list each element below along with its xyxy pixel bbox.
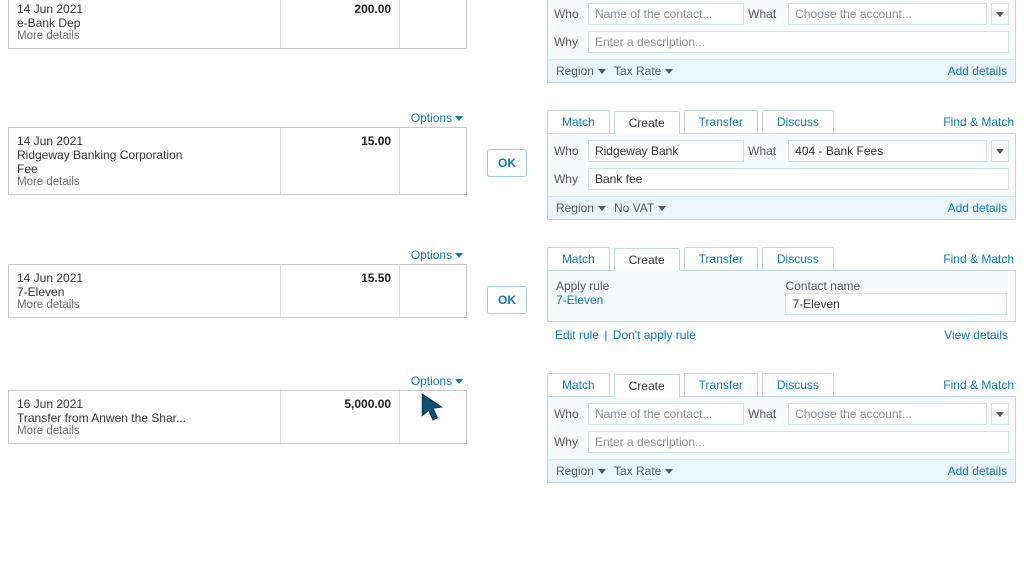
what-label: What [748, 7, 784, 21]
who-field[interactable]: Name of the contact... [588, 403, 744, 425]
chevron-down-icon [665, 469, 673, 474]
chevron-down-icon [996, 412, 1004, 417]
transaction-desc: Ridgeway Banking Corporation [17, 148, 272, 162]
tax-dropdown[interactable]: Tax Rate [614, 464, 673, 478]
who-label: Who [554, 7, 584, 21]
transaction-card: 14 Jun 2021 7-Eleven More details 15.50 [8, 264, 467, 318]
tab-match[interactable]: Match [547, 373, 610, 396]
apply-rule-label: Apply rule [556, 279, 778, 293]
transaction-card: 14 Jun 2021 e-Bank Dep More details 200.… [8, 0, 467, 49]
tab-transfer[interactable]: Transfer [684, 110, 758, 133]
who-label: Who [554, 407, 584, 421]
view-details-link[interactable]: View details [944, 328, 1008, 342]
what-dropdown-btn[interactable] [991, 3, 1009, 25]
options-link[interactable]: Options [411, 374, 463, 388]
transaction-date: 14 Jun 2021 [17, 271, 272, 285]
tab-discuss[interactable]: Discuss [762, 247, 834, 270]
add-details-link[interactable]: Add details [948, 464, 1007, 478]
why-label: Why [554, 35, 584, 49]
more-details-link[interactable]: More details [17, 30, 272, 42]
transaction-amount: 15.50 [280, 265, 400, 317]
add-details-link[interactable]: Add details [948, 64, 1007, 78]
find-match-link[interactable]: Find & Match [941, 248, 1016, 270]
tab-create[interactable]: Create [614, 374, 680, 397]
chevron-down-icon [665, 69, 673, 74]
create-panel: Who Ridgeway Bank What 404 - Bank Fees W… [547, 133, 1016, 220]
what-dropdown-btn[interactable] [991, 403, 1009, 425]
transaction-amount: 200.00 [280, 0, 400, 48]
tab-create[interactable]: Create [614, 248, 680, 271]
chevron-down-icon [996, 149, 1004, 154]
find-match-link[interactable]: Find & Match [941, 374, 1016, 396]
options-link[interactable]: Options [411, 111, 463, 125]
transaction-date: 14 Jun 2021 [17, 2, 272, 16]
dont-apply-rule-link[interactable]: Don't apply rule [613, 328, 696, 342]
tab-transfer[interactable]: Transfer [684, 247, 758, 270]
who-field[interactable]: Ridgeway Bank [588, 140, 744, 162]
tab-transfer[interactable]: Transfer [684, 373, 758, 396]
contact-name-field[interactable]: 7-Eleven [785, 293, 1007, 315]
tab-discuss[interactable]: Discuss [762, 110, 834, 133]
panel-footer: Region No VAT Add details [548, 196, 1015, 219]
options-link[interactable]: Options [411, 248, 463, 262]
what-field[interactable]: Choose the account... [788, 3, 987, 25]
tax-dropdown[interactable]: No VAT [614, 201, 666, 215]
tab-match[interactable]: Match [547, 110, 610, 133]
tab-match[interactable]: Match [547, 247, 610, 270]
more-details-link[interactable]: More details [17, 299, 272, 311]
tab-discuss[interactable]: Discuss [762, 373, 834, 396]
transaction-desc: Transfer from Anwen the Shar... [17, 411, 272, 425]
region-dropdown[interactable]: Region [556, 201, 606, 215]
more-details-link[interactable]: More details [17, 425, 272, 437]
chevron-down-icon [455, 379, 463, 384]
edit-rule-link[interactable]: Edit rule [555, 328, 599, 342]
why-field[interactable]: Enter a description... [588, 431, 1009, 453]
chevron-down-icon [996, 12, 1004, 17]
what-dropdown-btn[interactable] [991, 140, 1009, 162]
transaction-desc2: Fee [17, 162, 272, 176]
transaction-card: 14 Jun 2021 Ridgeway Banking Corporation… [8, 127, 467, 195]
more-details-link[interactable]: More details [17, 176, 272, 188]
rule-name-link[interactable]: 7-Eleven [556, 293, 778, 307]
chevron-down-icon [658, 206, 666, 211]
find-match-link[interactable]: Find & Match [941, 111, 1016, 133]
transaction-desc: 7-Eleven [17, 285, 272, 299]
add-details-link[interactable]: Add details [948, 201, 1007, 215]
region-dropdown[interactable]: Region [556, 464, 606, 478]
create-panel: Who Name of the contact... What Choose t… [547, 396, 1016, 483]
transaction-card: 16 Jun 2021 Transfer from Anwen the Shar… [8, 390, 467, 444]
panel-footer: Region Tax Rate Add details [548, 59, 1015, 82]
transaction-date: 16 Jun 2021 [17, 397, 272, 411]
transaction-amount: 15.00 [280, 128, 400, 194]
tab-create[interactable]: Create [614, 111, 680, 134]
chevron-down-icon [455, 116, 463, 121]
transaction-desc: e-Bank Dep [17, 16, 272, 30]
rule-panel: Apply rule 7-Eleven Contact name 7-Eleve… [547, 270, 1016, 322]
why-field[interactable]: Enter a description... [588, 31, 1009, 53]
what-field[interactable]: 404 - Bank Fees [788, 140, 987, 162]
chevron-down-icon [598, 69, 606, 74]
rule-actions: Edit rule | Don't apply rule View detail… [547, 322, 1016, 346]
transaction-date: 14 Jun 2021 [17, 134, 272, 148]
create-panel: Who Name of the contact... What Choose t… [547, 0, 1016, 83]
ok-button[interactable]: OK [487, 149, 527, 177]
chevron-down-icon [598, 469, 606, 474]
who-label: Who [554, 144, 584, 158]
what-label: What [748, 144, 784, 158]
why-field[interactable]: Bank fee [588, 168, 1009, 190]
what-field[interactable]: Choose the account... [788, 403, 987, 425]
what-label: What [748, 407, 784, 421]
chevron-down-icon [455, 253, 463, 258]
who-field[interactable]: Name of the contact... [588, 3, 744, 25]
transaction-amount: 5,000.00 [280, 391, 400, 443]
ok-button[interactable]: OK [487, 286, 527, 314]
region-dropdown[interactable]: Region [556, 64, 606, 78]
tax-dropdown[interactable]: Tax Rate [614, 64, 673, 78]
why-label: Why [554, 172, 584, 186]
why-label: Why [554, 435, 584, 449]
panel-footer: Region Tax Rate Add details [548, 459, 1015, 482]
chevron-down-icon [598, 206, 606, 211]
contact-name-label: Contact name [785, 279, 1007, 293]
